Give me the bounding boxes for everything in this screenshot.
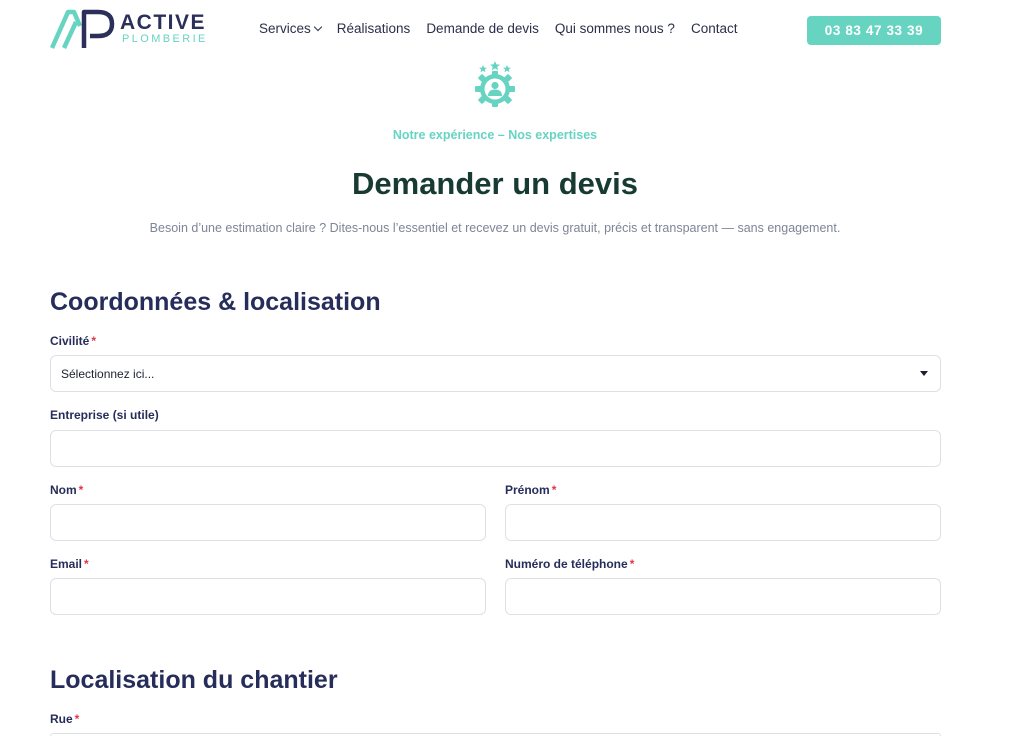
rue-label: Rue * <box>50 712 79 726</box>
hero-eyebrow: Notre expérience – Nos expertises <box>392 128 598 142</box>
nav-item-label: Services <box>259 21 311 36</box>
nav-item-label: Demande de devis <box>426 21 539 36</box>
caret-down-icon <box>920 371 928 376</box>
brand-logo[interactable]: ACTIVE PLOMBERIE <box>50 8 210 52</box>
nav-item-label: Réalisations <box>336 21 411 36</box>
prenom-field[interactable] <box>505 504 941 541</box>
entreprise-field[interactable] <box>50 430 941 467</box>
nom-field[interactable] <box>50 504 486 541</box>
civilite-selected-value: Sélectionnez ici... <box>61 366 155 381</box>
rue-label-text: Rue <box>50 712 73 726</box>
nav-item-label: Qui sommes nous ? <box>554 21 675 36</box>
civilite-select[interactable]: Sélectionnez ici... <box>50 355 941 392</box>
email-field[interactable] <box>50 578 486 615</box>
page-title: Demander un devis <box>352 166 638 201</box>
entreprise-label: Entreprise (si utile) <box>50 408 159 422</box>
nav-item-realisations[interactable]: Réalisations <box>337 21 411 36</box>
section-title-localisation: Localisation du chantier <box>50 666 338 694</box>
phone-button[interactable]: 03 83 47 33 39 <box>807 16 941 45</box>
logo-mark-icon <box>50 9 115 49</box>
civilite-label: Civilité * <box>50 334 96 348</box>
nav-item-contact[interactable]: Contact <box>691 21 738 36</box>
entreprise-label-text: Entreprise (si utile) <box>50 408 159 422</box>
nav-item-qui-sommes-nous[interactable]: Qui sommes nous ? <box>555 21 675 36</box>
civilite-label-text: Civilité <box>50 334 90 348</box>
required-marker: * <box>629 557 635 571</box>
email-label: Email * <box>50 557 89 571</box>
nom-label-text: Nom <box>50 483 77 497</box>
prenom-label: Prénom * <box>505 483 556 497</box>
telephone-label-text: Numéro de téléphone <box>505 557 628 571</box>
page-intro: Besoin d’une estimation claire ? Dites-n… <box>149 221 841 235</box>
chevron-down-icon <box>313 22 323 32</box>
main-nav: Services Réalisations Demande de devis Q… <box>259 21 737 36</box>
nav-item-demande-de-devis[interactable]: Demande de devis <box>426 21 539 36</box>
required-marker: * <box>91 334 97 348</box>
section-title-coordonnees: Coordonnées & localisation <box>50 288 381 316</box>
team-gear-stars-icon <box>469 60 521 110</box>
nom-label: Nom * <box>50 483 83 497</box>
telephone-field[interactable] <box>505 578 941 615</box>
site-header: ACTIVE PLOMBERIE Services Réalisations D… <box>0 0 1024 60</box>
required-marker: * <box>551 483 557 497</box>
brand-name: ACTIVE <box>120 11 207 34</box>
telephone-label: Numéro de téléphone * <box>505 557 634 571</box>
nav-item-services[interactable]: Services <box>259 21 323 36</box>
required-marker: * <box>84 557 89 571</box>
prenom-label-text: Prénom <box>505 483 550 497</box>
required-marker: * <box>74 712 80 726</box>
nav-item-label: Contact <box>690 21 738 36</box>
required-marker: * <box>78 483 84 497</box>
email-label-text: Email <box>50 557 83 571</box>
brand-tagline: PLOMBERIE <box>122 33 208 45</box>
